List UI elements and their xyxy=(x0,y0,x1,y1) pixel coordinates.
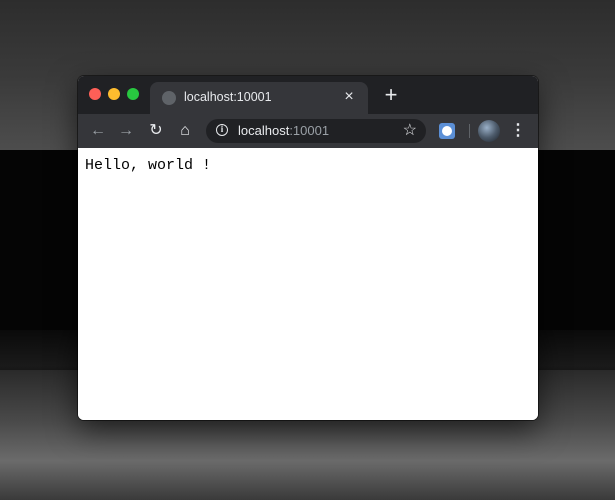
home-button[interactable]: ⌂ xyxy=(174,120,196,142)
window-maximize-button[interactable] xyxy=(127,88,139,100)
info-icon[interactable]: i xyxy=(216,124,228,136)
address-bar[interactable]: i localhost:10001 ☆ xyxy=(206,119,426,143)
tab-title: localhost:10001 xyxy=(184,90,272,104)
back-button[interactable]: ← xyxy=(87,120,109,142)
url-port: :10001 xyxy=(289,123,330,138)
url-text[interactable]: localhost:10001 xyxy=(238,123,329,138)
page-content: Hello, world ! xyxy=(78,148,538,420)
page-text: Hello, world ! xyxy=(85,157,212,174)
menu-icon[interactable]: ⋮ xyxy=(510,120,526,142)
window-minimize-button[interactable] xyxy=(108,88,120,100)
url-host: localhost xyxy=(238,123,290,138)
tab-strip: localhost:10001 × + xyxy=(78,76,538,114)
star-icon[interactable]: ☆ xyxy=(403,121,417,141)
globe-icon xyxy=(162,91,176,105)
reload-button[interactable]: ↻ xyxy=(145,120,167,142)
tab-close-button[interactable]: × xyxy=(340,88,358,106)
forward-button[interactable]: → xyxy=(115,120,137,142)
browser-window: localhost:10001 × + ← → ↻ ⌂ i localhost:… xyxy=(78,76,538,420)
new-tab-button[interactable]: + xyxy=(380,84,402,107)
toolbar-divider xyxy=(469,124,470,138)
avatar[interactable] xyxy=(478,120,500,142)
window-close-button[interactable] xyxy=(89,88,101,100)
browser-toolbar: ← → ↻ ⌂ i localhost:10001 ☆ ⋮ xyxy=(78,114,538,148)
extension-icon[interactable] xyxy=(439,123,455,139)
tab-localhost[interactable]: localhost:10001 × xyxy=(150,82,368,114)
